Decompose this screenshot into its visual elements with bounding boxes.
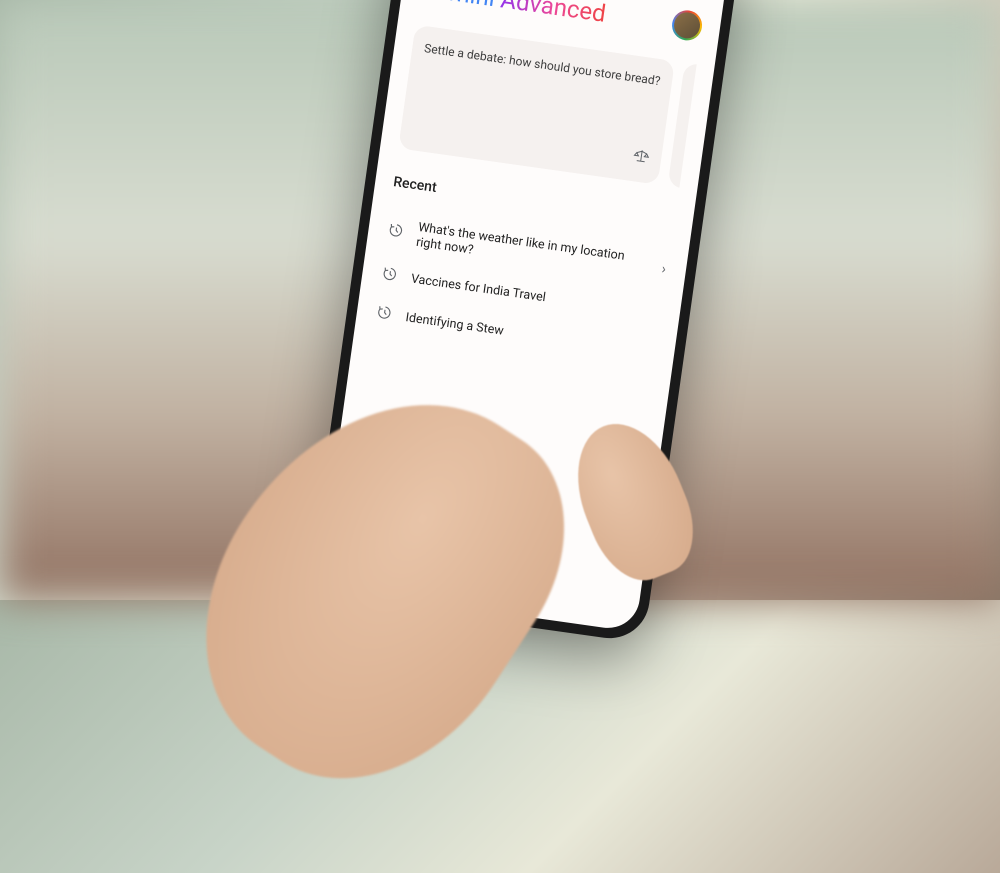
- history-icon: [381, 265, 398, 286]
- suggestion-cards: Settle a debate: how should you store br…: [398, 25, 697, 188]
- recent-section: Recent What's the weather like in my loc…: [372, 174, 676, 372]
- history-icon: [376, 304, 393, 325]
- history-icon: [387, 221, 404, 242]
- title-advanced: Advanced: [499, 0, 608, 28]
- title-gemini: Gemini: [419, 0, 497, 12]
- avatar[interactable]: [670, 8, 704, 42]
- card-text: Plan a meal with what's in my fridge: [693, 78, 697, 121]
- chevron-right-icon: ›: [661, 261, 667, 277]
- app-title: Gemini Advanced: [419, 0, 608, 28]
- scales-icon: [632, 147, 651, 169]
- card-text: Settle a debate: how should you store br…: [423, 40, 661, 90]
- suggestion-card[interactable]: Settle a debate: how should you store br…: [398, 25, 675, 185]
